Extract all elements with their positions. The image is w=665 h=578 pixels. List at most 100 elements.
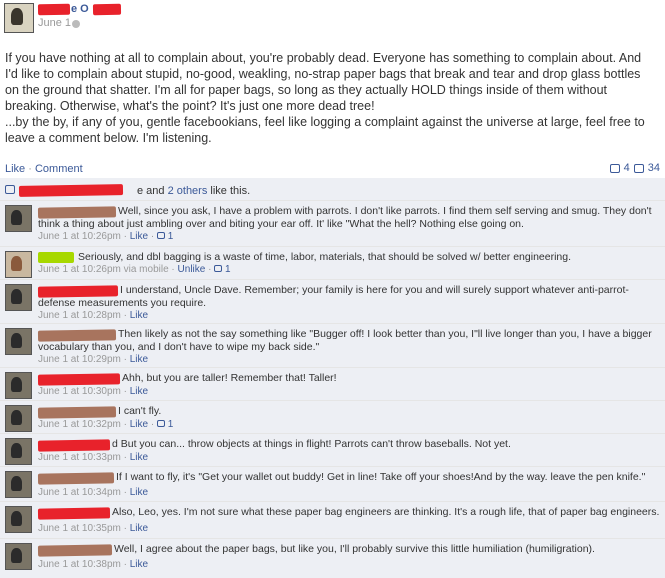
comment-text: I understand, Uncle Dave. Remember; your… [38, 284, 660, 310]
comment-time[interactable]: June 1 at 10:29pm [38, 354, 121, 365]
post-body: If you have nothing at all to complain a… [5, 50, 655, 146]
commenter-avatar[interactable] [5, 284, 32, 311]
author-name[interactable]: e O [71, 3, 89, 15]
comment-like-button[interactable]: Like [130, 419, 148, 430]
comment-body: Also, Leo, yes. I'm not sure what these … [112, 506, 660, 518]
commenter-avatar[interactable] [5, 251, 32, 278]
comment-text: Well, I agree about the paper bags, but … [38, 543, 660, 556]
separator: · [28, 163, 32, 175]
friends-icon [72, 20, 80, 28]
like-button[interactable]: Like [5, 163, 25, 175]
author-name-redaction [92, 3, 122, 16]
comment-text: Well, since you ask, I have a problem wi… [38, 205, 660, 231]
post-date[interactable]: June 1 [38, 17, 71, 29]
commenter-avatar[interactable] [5, 205, 32, 232]
thumbs-up-icon [156, 420, 165, 427]
comment: If I want to fly, it's "Get your wallet … [0, 466, 665, 501]
author-name-redaction [37, 3, 71, 16]
comment: Seriously, and dbl bagging is a waste of… [0, 246, 665, 279]
comment-text: Then likely as not the say something lik… [38, 328, 660, 354]
comment: Well, since you ask, I have a problem wi… [0, 200, 665, 246]
commenter-avatar[interactable] [5, 438, 32, 465]
thumbs-up-icon [609, 163, 620, 173]
speech-bubble-icon [633, 163, 644, 173]
comment-like-button[interactable]: Like [130, 559, 148, 570]
comment: I can't fly. June 1 at 10:32pm · Like · … [0, 400, 665, 433]
likes-summary-text: e and 2 others like this. [137, 185, 250, 197]
likes-count[interactable]: 4 [624, 162, 630, 174]
comment-meta: June 1 at 10:32pm · Like · 1 [38, 419, 174, 430]
liker-name-redaction [18, 184, 124, 197]
comment-meta: June 1 at 10:30pm · Like [38, 386, 149, 397]
post-paragraph: If you have nothing at all to complain a… [5, 51, 642, 113]
comment-meta: June 1 at 10:26pm · Like · 1 [38, 231, 174, 242]
comment-unlike-button[interactable]: Unlike [178, 264, 206, 275]
comment-like-count[interactable]: 1 [225, 264, 231, 275]
comment-time[interactable]: June 1 at 10:26pm [38, 264, 121, 275]
comment-button[interactable]: Comment [35, 163, 83, 175]
commenter-avatar[interactable] [5, 506, 32, 533]
likes-tail: e and [137, 185, 165, 197]
post-paragraph: ...by the by, if any of you, gentle face… [5, 115, 645, 145]
comment-time[interactable]: June 1 at 10:34pm [38, 487, 121, 498]
comment-meta: June 1 at 10:34pm · Like [38, 487, 149, 498]
comment: Ahh, but you are taller! Remember that! … [0, 367, 665, 400]
thumbs-up-icon [214, 265, 223, 272]
commenter-avatar[interactable] [5, 405, 32, 432]
comment-text: Also, Leo, yes. I'm not sure what these … [38, 506, 660, 519]
comments-count[interactable]: 34 [648, 162, 660, 174]
post-header: e O June 1 [0, 0, 665, 36]
comment-text: Ahh, but you are taller! Remember that! … [38, 372, 660, 385]
comment-meta: June 1 at 10:28pm · Like [38, 310, 149, 321]
comment-like-button[interactable]: Like [130, 310, 148, 321]
comment-like-count[interactable]: 1 [168, 419, 174, 430]
comment-via: via mobile [123, 264, 169, 275]
comment-like-button[interactable]: Like [130, 386, 148, 397]
thumbs-up-icon [156, 232, 165, 239]
comment-text: Seriously, and dbl bagging is a waste of… [38, 251, 660, 264]
comment-text: d But you can... throw objects at things… [38, 438, 660, 451]
thumbs-up-icon [5, 185, 15, 194]
comment-time[interactable]: June 1 at 10:32pm [38, 419, 121, 430]
comment-meta: June 1 at 10:35pm · Like [38, 523, 149, 534]
comment-meta: June 1 at 10:26pm via mobile · Unlike · … [38, 264, 231, 275]
comment-body: Then likely as not the say something lik… [38, 328, 652, 353]
comment-body: I can't fly. [118, 405, 162, 417]
comment-time[interactable]: June 1 at 10:33pm [38, 452, 121, 463]
author-avatar[interactable] [4, 3, 34, 33]
comment-time[interactable]: June 1 at 10:30pm [38, 386, 121, 397]
comment-time[interactable]: June 1 at 10:26pm [38, 231, 121, 242]
comment-like-button[interactable]: Like [130, 452, 148, 463]
comment-body: d But you can... throw objects at things… [112, 438, 511, 450]
post-counts: 4 34 [609, 162, 660, 174]
commenter-avatar[interactable] [5, 372, 32, 399]
comment-text: I can't fly. [38, 405, 660, 418]
comment-meta: June 1 at 10:29pm · Like [38, 354, 149, 365]
comment: Then likely as not the say something lik… [0, 323, 665, 367]
comment-body: Ahh, but you are taller! Remember that! … [122, 372, 337, 384]
comment: I understand, Uncle Dave. Remember; your… [0, 279, 665, 323]
comment: Well, I agree about the paper bags, but … [0, 538, 665, 578]
comment-time[interactable]: June 1 at 10:38pm [38, 559, 121, 570]
likes-suffix: like this. [210, 185, 251, 197]
comment-body: Well, since you ask, I have a problem wi… [38, 205, 652, 230]
commenter-avatar[interactable] [5, 543, 32, 570]
comment-like-count[interactable]: 1 [168, 231, 174, 242]
comment-like-button[interactable]: Like [130, 523, 148, 534]
comment-meta: June 1 at 10:38pm · Like [38, 559, 149, 570]
comment-body: I understand, Uncle Dave. Remember; your… [38, 284, 629, 309]
comment-like-button[interactable]: Like [130, 231, 148, 242]
comment-like-button[interactable]: Like [130, 354, 148, 365]
comment-body: Well, I agree about the paper bags, but … [114, 543, 595, 555]
comment-time[interactable]: June 1 at 10:28pm [38, 310, 121, 321]
comment-time[interactable]: June 1 at 10:35pm [38, 523, 121, 534]
comment-body: If I want to fly, it's "Get your wallet … [116, 471, 646, 483]
others-link[interactable]: 2 others [168, 185, 208, 197]
comment-text: If I want to fly, it's "Get your wallet … [38, 471, 660, 484]
comment-body: Seriously, and dbl bagging is a waste of… [78, 251, 572, 263]
commenter-avatar[interactable] [5, 328, 32, 355]
comment: d But you can... throw objects at things… [0, 433, 665, 466]
comment: Also, Leo, yes. I'm not sure what these … [0, 501, 665, 538]
commenter-avatar[interactable] [5, 471, 32, 498]
comment-like-button[interactable]: Like [130, 487, 148, 498]
